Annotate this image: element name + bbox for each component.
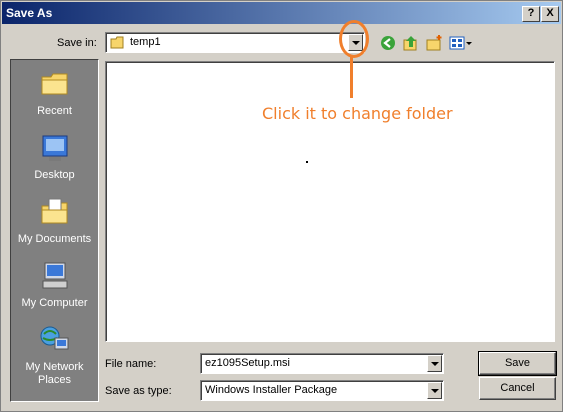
network-places-icon	[40, 326, 68, 350]
save-type-label: Save as type:	[105, 385, 172, 397]
save-button[interactable]: Save	[478, 351, 557, 376]
places-item-my-computer[interactable]: My Computer	[11, 260, 98, 309]
title-bar[interactable]: Save As ? X	[2, 2, 561, 24]
file-name-dropdown-arrow[interactable]	[427, 355, 442, 372]
places-item-desktop[interactable]: Desktop	[11, 132, 98, 181]
file-name-value[interactable]: ez1095Setup.msi	[205, 357, 290, 369]
annotation-connector	[350, 57, 353, 98]
places-item-network[interactable]: My Network Places	[11, 324, 98, 387]
places-label-my-documents: My Documents	[17, 233, 92, 245]
views-menu-icon[interactable]	[449, 34, 473, 52]
annotation-circle	[339, 20, 369, 58]
places-label-desktop: Desktop	[34, 169, 75, 181]
save-type-value: Windows Installer Package	[205, 384, 338, 396]
places-label-recent: Recent	[37, 105, 72, 117]
my-computer-icon	[42, 262, 67, 289]
save-type-dropdown[interactable]: Windows Installer Package	[200, 380, 444, 401]
places-item-my-documents[interactable]: My Documents	[11, 196, 98, 245]
save-type-dropdown-arrow[interactable]	[427, 382, 442, 399]
annotation-text: Click it to change folder	[262, 104, 453, 123]
places-item-recent[interactable]: Recent	[11, 68, 98, 117]
cursor-dot	[306, 161, 308, 163]
help-button[interactable]: ?	[522, 6, 540, 22]
save-as-dialog: Save As ? X Save in: temp1 Recent Deskto…	[0, 0, 563, 412]
dialog-title: Save As	[6, 6, 53, 20]
places-bar: Recent Desktop My Documents My Computer …	[10, 59, 99, 402]
new-folder-icon[interactable]	[425, 34, 443, 52]
back-icon[interactable]	[379, 34, 397, 52]
recent-icon	[41, 73, 67, 95]
save-in-dropdown[interactable]: temp1	[105, 32, 365, 53]
places-label-network: My Network Places	[25, 361, 84, 386]
cancel-button[interactable]: Cancel	[479, 377, 556, 400]
my-documents-icon	[41, 198, 67, 224]
close-button[interactable]: X	[541, 6, 559, 22]
up-folder-icon[interactable]	[402, 34, 420, 52]
desktop-icon	[42, 135, 67, 161]
folder-icon	[110, 36, 124, 49]
file-name-label: File name:	[105, 358, 157, 370]
places-label-my-computer: My Computer	[21, 297, 88, 309]
file-name-field[interactable]: ez1095Setup.msi	[200, 353, 444, 374]
save-in-value: temp1	[130, 36, 161, 48]
save-in-label: Save in:	[57, 37, 97, 49]
